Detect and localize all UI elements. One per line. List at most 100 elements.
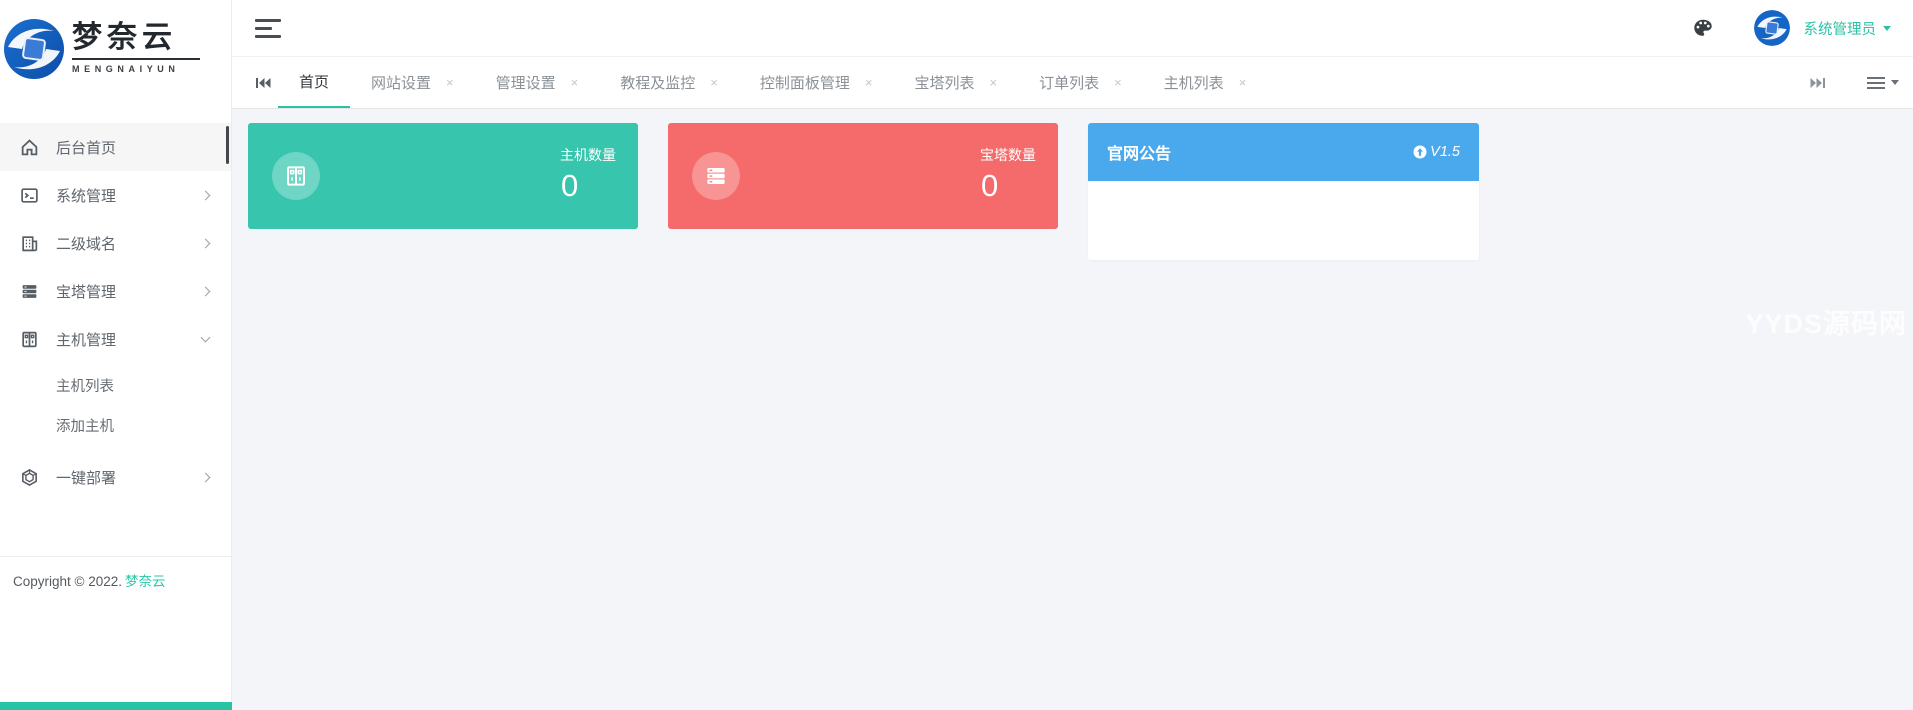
server-stack-icon — [19, 281, 39, 301]
dashboard-content: 主机数量 0 宝塔数量 0 — [232, 109, 1913, 710]
chevron-right-icon — [201, 472, 211, 482]
close-icon[interactable]: × — [865, 75, 873, 90]
stat-text: 宝塔数量 0 — [980, 145, 1036, 203]
user-menu[interactable]: 系统管理员 — [1804, 18, 1877, 39]
tab-tools — [1803, 57, 1899, 108]
sidebar-item-dashboard[interactable]: 后台首页 — [0, 123, 231, 171]
close-icon[interactable]: × — [446, 75, 454, 90]
main-area: 系统管理员 首页 网站设置 × 管理设置 — [232, 0, 1913, 710]
tab-home[interactable]: 首页 — [278, 57, 350, 108]
chevron-right-icon — [201, 238, 211, 248]
announcement-card: 官网公告 V1.5 — [1088, 123, 1479, 260]
baota-count-card: 宝塔数量 0 — [668, 123, 1058, 229]
hamburger-icon — [255, 27, 272, 30]
menu-lines-icon — [1867, 74, 1885, 92]
sidebar-item-host[interactable]: 主机管理 — [0, 315, 231, 363]
close-icon[interactable]: × — [710, 75, 718, 90]
theme-palette-icon[interactable] — [1692, 17, 1714, 39]
tab-order-list[interactable]: 订单列表 × — [1018, 57, 1143, 108]
version-text: V1.5 — [1430, 144, 1460, 160]
tab-label: 网站设置 — [371, 72, 431, 93]
tab-label: 首页 — [299, 71, 329, 92]
tab-label: 订单列表 — [1039, 72, 1099, 93]
caret-down-icon — [1883, 26, 1891, 31]
close-icon[interactable]: × — [1239, 75, 1247, 90]
stat-text: 主机数量 0 — [560, 145, 616, 203]
sidebar-toggle-button[interactable] — [255, 19, 281, 38]
sidebar-item-label: 一键部署 — [56, 467, 116, 488]
sidebar-footer: Copyright © 2022.梦奈云 — [0, 556, 231, 590]
brand-logo-icon — [2, 17, 66, 81]
sidebar-item-label: 后台首页 — [56, 137, 116, 158]
app-window: 梦奈云 MENGNAIYUN 后台首页 — [0, 0, 1913, 710]
sidebar-item-label: 系统管理 — [56, 185, 116, 206]
hamburger-icon — [255, 19, 281, 22]
tab-admin-settings[interactable]: 管理设置 × — [475, 57, 600, 108]
sidebar-item-label: 宝塔管理 — [56, 281, 116, 302]
host-cabinet-icon — [19, 329, 39, 349]
tab-baota-list[interactable]: 宝塔列表 × — [893, 57, 1018, 108]
stat-title: 主机数量 — [560, 145, 616, 165]
building-icon — [19, 233, 39, 253]
sidebar-scrollbar[interactable] — [226, 126, 229, 164]
copyright-text: Copyright © 2022. — [13, 574, 122, 589]
tab-scroll-right-button[interactable] — [1803, 76, 1833, 90]
sidebar-item-label: 主机管理 — [56, 329, 116, 350]
stat-value: 0 — [560, 169, 616, 203]
header-right: 系统管理员 — [1692, 10, 1892, 46]
brand-subtitle: MENGNAIYUN — [72, 64, 200, 74]
host-count-card: 主机数量 0 — [248, 123, 638, 229]
sidebar-nav: 后台首页 系统管理 — [0, 97, 231, 501]
home-icon — [19, 137, 39, 157]
chevron-right-icon — [201, 190, 211, 200]
sidebar-bottom-accent — [0, 702, 232, 710]
close-icon[interactable]: × — [989, 75, 997, 90]
sidebar-item-baota[interactable]: 宝塔管理 — [0, 267, 231, 315]
watermark-text: YYDS源码网 — [1745, 302, 1907, 341]
sidebar-subitem-add-host[interactable]: 添加主机 — [0, 407, 231, 447]
chevron-down-icon — [201, 333, 211, 343]
sidebar-item-label: 二级域名 — [56, 233, 116, 254]
close-icon[interactable]: × — [571, 75, 579, 90]
stat-title: 宝塔数量 — [980, 145, 1036, 165]
update-arrow-icon — [1413, 145, 1427, 159]
brand-text: 梦奈云 MENGNAIYUN — [72, 23, 200, 74]
caret-down-icon — [1891, 80, 1899, 85]
brand-title: 梦奈云 — [72, 23, 200, 53]
tab-website-settings[interactable]: 网站设置 × — [350, 57, 475, 108]
sidebar-item-deploy[interactable]: 一键部署 — [0, 453, 231, 501]
terminal-icon — [19, 185, 39, 205]
brand-divider — [72, 58, 200, 60]
tab-list: 首页 网站设置 × 管理设置 × 教程及监控 × 控制面板管理 × — [278, 57, 1803, 108]
sidebar-submenu-host: 主机列表 添加主机 — [0, 363, 231, 453]
brand-logo[interactable]: 梦奈云 MENGNAIYUN — [0, 0, 231, 97]
tab-tutorial-monitor[interactable]: 教程及监控 × — [599, 57, 739, 108]
announcement-body — [1088, 181, 1479, 260]
user-avatar[interactable] — [1754, 10, 1790, 46]
version-badge: V1.5 — [1413, 144, 1460, 160]
tab-bar: 首页 网站设置 × 管理设置 × 教程及监控 × 控制面板管理 × — [232, 56, 1913, 109]
card-icon-badge — [272, 152, 320, 200]
announcement-title: 官网公告 — [1107, 140, 1171, 164]
sidebar: 梦奈云 MENGNAIYUN 后台首页 — [0, 0, 232, 710]
top-header: 系统管理员 — [232, 0, 1913, 56]
copyright-brand-link[interactable]: 梦奈云 — [125, 574, 166, 589]
tab-label: 教程及监控 — [620, 72, 695, 93]
tab-label: 控制面板管理 — [760, 72, 850, 93]
card-icon-badge — [692, 152, 740, 200]
sidebar-subitem-host-list[interactable]: 主机列表 — [0, 367, 231, 407]
tab-host-list[interactable]: 主机列表 × — [1143, 57, 1268, 108]
deploy-cube-icon — [19, 467, 39, 487]
close-icon[interactable]: × — [1114, 75, 1122, 90]
announcement-header: 官网公告 V1.5 — [1088, 123, 1479, 181]
stat-value: 0 — [980, 169, 1036, 203]
tab-control-panel[interactable]: 控制面板管理 × — [739, 57, 894, 108]
sidebar-item-subdomain[interactable]: 二级域名 — [0, 219, 231, 267]
chevron-right-icon — [201, 286, 211, 296]
sidebar-item-system[interactable]: 系统管理 — [0, 171, 231, 219]
hamburger-icon — [255, 35, 281, 38]
tab-scroll-left-button[interactable] — [248, 57, 278, 108]
tab-options-button[interactable] — [1867, 74, 1899, 92]
tab-label: 宝塔列表 — [914, 72, 974, 93]
tab-label: 管理设置 — [496, 72, 556, 93]
